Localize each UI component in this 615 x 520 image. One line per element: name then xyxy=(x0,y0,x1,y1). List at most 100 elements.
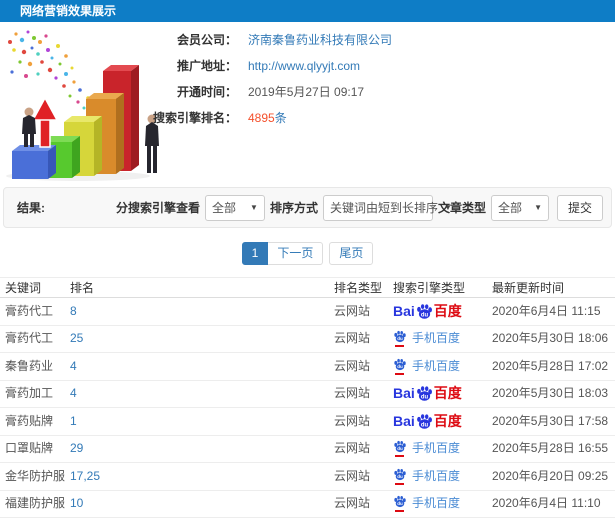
engine-cell: Bai du 百度 xyxy=(393,408,492,436)
keyword-text: 膏药加工 xyxy=(5,386,54,400)
mobile-baidu-logo: du 手机百度 xyxy=(393,435,460,463)
baidu-wordmark-bai: Bai xyxy=(393,412,415,429)
updated-time-text: 2020年6月4日 11:15 xyxy=(492,303,601,318)
mobile-baidu-paw-icon: du xyxy=(393,468,407,485)
article-type-select[interactable]: 全部 ▼ xyxy=(490,194,549,221)
mobile-baidu-paw-icon: du xyxy=(393,330,407,348)
keyword-text: 福建防护服 xyxy=(5,496,66,510)
rank-link[interactable]: 17,25 xyxy=(70,469,100,483)
chevron-down-icon: ▼ xyxy=(534,203,542,212)
svg-text:du: du xyxy=(397,501,403,506)
keyword-text: 秦鲁药业 xyxy=(5,358,54,373)
field-url: 推广地址： http://www.qlyyjt.com xyxy=(0,53,615,79)
mobile-baidu-paw-icon: du xyxy=(393,440,407,458)
table-header-row: 关键词 排名 排名类型 搜索引擎类型 最新更新时间 xyxy=(0,278,615,298)
table-row: 膏药贴牌 1 云网站 Bai du 百度 2020年5月30日 17:58 xyxy=(0,408,615,436)
keyword-text: 膏药贴牌 xyxy=(5,413,54,428)
keyword-text: 金华防护服 xyxy=(5,468,66,483)
header-engine-type: 搜索引擎类型 xyxy=(393,280,466,295)
rank-count-value: 4895 xyxy=(248,111,275,125)
open-time-value: 2019年5月27日 09:17 xyxy=(248,85,365,99)
rank-link[interactable]: 4 xyxy=(70,386,77,400)
mobile-baidu-label: 手机百度 xyxy=(412,441,461,455)
engine-cell: du 手机百度 xyxy=(393,325,492,353)
updated-time-text: 2020年6月20日 09:25 xyxy=(492,468,609,483)
next-page-button[interactable]: 下一页 xyxy=(268,242,324,265)
svg-text:du: du xyxy=(421,422,429,428)
rank-count-unit: 条 xyxy=(274,111,287,125)
table-row: 福建防护服 10 云网站 du 手机百度 2020年6月4日 11:10 xyxy=(0,490,615,518)
rank-link[interactable]: 10 xyxy=(70,496,83,510)
article-type-label: 文章类型 xyxy=(437,201,486,215)
header-rank-type: 排名类型 xyxy=(334,281,383,295)
table-row: 膏药加工 4 云网站 Bai du 百度 2020年5月30日 18:03 xyxy=(0,380,615,408)
keyword-text: 膏药代工 xyxy=(5,303,54,318)
baidu-wordmark-cn: 百度 xyxy=(433,412,462,429)
table-row: 口罩贴牌 29 云网站 du 手机百度 2020年5月28日 16:55 xyxy=(0,435,615,463)
page: 网络营销效果展示 会员公司： 济南秦鲁药业科技有限公司 推广地址： http:/… xyxy=(0,0,615,520)
updated-time-text: 2020年6月4日 11:10 xyxy=(492,496,601,510)
baidu-wordmark-bai: Bai xyxy=(393,302,415,319)
article-type-value: 全部 xyxy=(497,201,522,215)
field-label: 推广地址： xyxy=(176,59,237,73)
info-section: 会员公司： 济南秦鲁药业科技有限公司 推广地址： http://www.qlyy… xyxy=(0,22,615,186)
field-open-time: 开通时间： 2019年5月27日 09:17 xyxy=(0,79,615,105)
updated-time-text: 2020年5月30日 17:58 xyxy=(492,413,609,428)
field-company: 会员公司： 济南秦鲁药业科技有限公司 xyxy=(0,27,615,53)
table-body: 膏药代工 8 云网站 Bai du 百度 2020年6月4日 11:15 膏药代… xyxy=(0,298,615,518)
svg-text:du: du xyxy=(397,446,403,451)
svg-text:du: du xyxy=(421,395,429,401)
company-link[interactable]: 济南秦鲁药业科技有限公司 xyxy=(248,33,392,47)
header-updated: 最新更新时间 xyxy=(492,281,565,295)
field-label: 开通时间： xyxy=(176,85,237,99)
table-row: 膏药代工 8 云网站 Bai du 百度 2020年6月4日 11:15 xyxy=(0,298,615,326)
company-info-fields: 会员公司： 济南秦鲁药业科技有限公司 推广地址： http://www.qlyy… xyxy=(0,27,615,131)
rank-type-text: 云网站 xyxy=(334,331,371,345)
page-number-current[interactable]: 1 xyxy=(241,242,269,265)
page-title: 网络营销效果展示 xyxy=(0,0,615,22)
rank-link[interactable]: 1 xyxy=(70,414,77,428)
rank-type-text: 云网站 xyxy=(334,496,371,510)
keyword-text: 口罩贴牌 xyxy=(5,441,54,455)
header-keyword: 关键词 xyxy=(5,281,42,295)
table-row: 膏药代工 25 云网站 du 手机百度 2020年5月30日 18:06 xyxy=(0,325,615,353)
rank-type-text: 云网站 xyxy=(334,358,371,373)
engine-filter-select[interactable]: 全部 ▼ xyxy=(204,194,265,221)
rank-link[interactable]: 29 xyxy=(70,441,83,455)
mobile-baidu-label: 手机百度 xyxy=(412,496,461,510)
rank-type-text: 云网站 xyxy=(334,303,371,318)
baidu-paw-icon: du xyxy=(416,303,432,319)
engine-cell: du 手机百度 xyxy=(393,463,492,491)
mobile-baidu-logo: du 手机百度 xyxy=(393,325,460,353)
mobile-baidu-label: 手机百度 xyxy=(412,358,461,373)
baidu-paw-icon: du xyxy=(416,413,432,429)
ranking-table: 关键词 排名 排名类型 搜索引擎类型 最新更新时间 膏药代工 8 云网站 Bai… xyxy=(0,277,615,518)
baidu-wordmark-cn: 百度 xyxy=(433,302,462,319)
mobile-baidu-paw-icon: du xyxy=(393,358,407,375)
baidu-logo: Bai du 百度 xyxy=(393,408,462,436)
baidu-paw-icon: du xyxy=(416,386,432,402)
mobile-baidu-logo: du 手机百度 xyxy=(393,353,460,381)
last-page-button[interactable]: 尾页 xyxy=(329,242,374,265)
result-label: 结果: xyxy=(17,201,45,215)
sort-value: 关键词由短到长排序 xyxy=(329,201,438,215)
rank-type-text: 云网站 xyxy=(334,441,371,455)
rank-link[interactable]: 4 xyxy=(70,359,77,373)
sort-select[interactable]: 关键词由短到长排序 ▼ xyxy=(322,194,452,221)
engine-cell: Bai du 百度 xyxy=(393,298,492,326)
bar-blue xyxy=(12,145,56,179)
svg-text:du: du xyxy=(397,364,403,369)
submit-button[interactable]: 提交 xyxy=(556,194,603,221)
engine-cell: Bai du 百度 xyxy=(393,380,492,408)
engine-cell: du 手机百度 xyxy=(393,353,492,381)
mobile-baidu-logo: du 手机百度 xyxy=(393,490,460,518)
keyword-text: 膏药代工 xyxy=(5,331,54,345)
rank-link[interactable]: 8 xyxy=(70,304,77,318)
mobile-baidu-paw-icon: du xyxy=(393,495,407,513)
field-label: 会员公司： xyxy=(176,33,237,47)
mobile-baidu-logo: du 手机百度 xyxy=(393,463,460,491)
engine-cell: du 手机百度 xyxy=(393,435,492,463)
svg-text:du: du xyxy=(397,474,403,479)
promo-url-link[interactable]: http://www.qlyyjt.com xyxy=(248,59,360,73)
rank-link[interactable]: 25 xyxy=(70,331,83,345)
